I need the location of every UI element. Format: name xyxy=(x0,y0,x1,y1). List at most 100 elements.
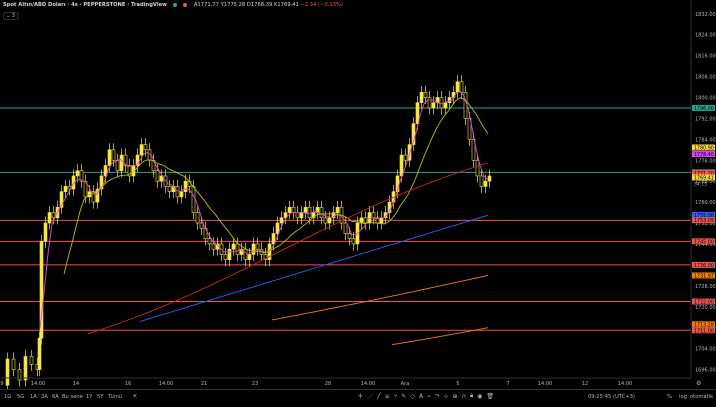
go-to-date-icon[interactable]: ⇱ xyxy=(133,394,137,400)
candle[interactable] xyxy=(347,233,352,240)
candle[interactable] xyxy=(475,159,480,177)
symbol-title[interactable]: Spot Altın/ABD Doları · 4s · PEPPERSTONE… xyxy=(3,2,167,8)
candle[interactable] xyxy=(167,186,172,192)
text-icon[interactable]: A xyxy=(419,393,423,400)
candle[interactable] xyxy=(483,180,488,187)
horizontal-line-icon[interactable]: ≡ xyxy=(385,393,390,400)
candle[interactable] xyxy=(455,81,460,93)
auto-toggle[interactable]: otomatik xyxy=(690,394,713,400)
trash-icon[interactable]: 🗑︎ xyxy=(486,393,494,400)
candle[interactable] xyxy=(323,217,328,224)
candle[interactable] xyxy=(119,154,124,172)
range-5g[interactable]: 5G xyxy=(17,394,24,400)
candle[interactable] xyxy=(199,222,204,229)
candle[interactable] xyxy=(195,212,200,224)
candle[interactable] xyxy=(243,248,248,260)
candle[interactable] xyxy=(371,212,376,219)
range-bu-sene[interactable]: Bu sene xyxy=(62,394,83,400)
candle[interactable] xyxy=(11,358,16,370)
magnet-icon[interactable]: ∩ xyxy=(462,393,466,400)
candle[interactable] xyxy=(139,144,144,156)
candle[interactable] xyxy=(231,243,236,250)
candle[interactable] xyxy=(431,102,436,109)
candle[interactable] xyxy=(5,358,10,386)
log-toggle[interactable]: log xyxy=(679,394,687,400)
candle[interactable] xyxy=(23,356,28,381)
candle[interactable] xyxy=(303,207,308,213)
candle[interactable] xyxy=(211,243,216,250)
candle[interactable] xyxy=(43,222,48,242)
candle[interactable] xyxy=(143,144,148,151)
shape-icon[interactable]: ◇ xyxy=(410,393,415,400)
moving-average-orange[interactable] xyxy=(271,274,489,321)
candle[interactable] xyxy=(155,170,160,182)
candle[interactable] xyxy=(459,81,464,93)
range-tumu[interactable]: Tümü xyxy=(108,394,122,400)
candle[interactable] xyxy=(183,180,188,192)
candle[interactable] xyxy=(447,97,452,104)
crosshair-icon[interactable]: ✛ xyxy=(358,393,363,400)
candle[interactable] xyxy=(343,222,348,234)
candle[interactable] xyxy=(247,254,252,260)
pattern-icon[interactable]: ⌁ xyxy=(427,393,431,400)
candle[interactable] xyxy=(191,186,196,213)
trendline-icon[interactable]: ╱ xyxy=(377,393,381,400)
candle[interactable] xyxy=(299,212,304,219)
candle[interactable] xyxy=(235,243,240,255)
moving-average-slow[interactable] xyxy=(87,162,489,335)
indicators-toggle-button[interactable]: ⌄ 3 xyxy=(3,12,18,20)
ruler-icon[interactable]: ⊹ xyxy=(444,393,449,400)
candle[interactable] xyxy=(63,186,68,192)
lock-icon[interactable]: 🔒︎ xyxy=(470,392,473,400)
candle[interactable] xyxy=(179,191,184,198)
candle[interactable] xyxy=(427,97,432,109)
brush-icon[interactable]: ✎ xyxy=(401,393,406,400)
range-6a[interactable]: 6A xyxy=(52,394,59,400)
clock-readout[interactable]: 09:25:45 (UTC+3) xyxy=(588,394,635,400)
price-chart[interactable]: 1832.00 1824.00 1816.00 1808.00 1800.00 1792.… xyxy=(0,0,716,403)
candle[interactable] xyxy=(291,207,296,213)
percent-toggle[interactable]: % xyxy=(667,394,672,400)
candle[interactable] xyxy=(251,243,256,255)
gear-icon[interactable]: ⚙ xyxy=(696,380,701,387)
cursor-icon[interactable]: ⋰ xyxy=(367,393,373,400)
chart-area[interactable]: 1832.00 1824.00 1816.00 1808.00 1800.00 1792.… xyxy=(0,0,716,403)
candle[interactable] xyxy=(37,337,42,370)
candle[interactable] xyxy=(327,217,332,224)
zoom-icon[interactable]: ⊕ xyxy=(453,393,458,400)
candle[interactable] xyxy=(287,207,292,213)
eye-icon[interactable]: ◉ xyxy=(477,393,482,400)
candle[interactable] xyxy=(255,243,260,250)
candle[interactable] xyxy=(307,207,312,219)
prediction-icon[interactable]: ⤳ xyxy=(435,392,440,400)
candle[interactable] xyxy=(399,154,404,177)
candle[interactable] xyxy=(227,248,232,260)
pitchfork-icon[interactable]: ⑂ xyxy=(394,393,398,400)
candle[interactable] xyxy=(479,175,484,187)
range-3a[interactable]: 3A xyxy=(41,394,48,400)
price-axis[interactable]: 1832.00 1824.00 1816.00 1808.00 1800.00 1792.… xyxy=(690,0,716,378)
candle[interactable] xyxy=(275,222,280,234)
time-axis[interactable]: 9 14:00 14 16 14:00 21 23 28 14:00 Ara 5 7 14:00 12 14… xyxy=(0,377,691,387)
candle[interactable] xyxy=(295,212,300,219)
candle[interactable] xyxy=(47,212,52,224)
candle[interactable] xyxy=(403,154,408,161)
candle[interactable] xyxy=(319,207,324,219)
candle[interactable] xyxy=(111,149,116,161)
candle[interactable] xyxy=(419,91,424,104)
candle[interactable] xyxy=(487,175,492,182)
moving-average-mid[interactable] xyxy=(63,97,489,275)
candle[interactable] xyxy=(29,356,34,365)
candle[interactable] xyxy=(223,254,228,260)
candle[interactable] xyxy=(379,217,384,224)
range-1a[interactable]: 1A xyxy=(30,394,37,400)
candle[interactable] xyxy=(51,212,56,219)
candle[interactable] xyxy=(75,170,80,177)
candle[interactable] xyxy=(279,217,284,224)
candle[interactable] xyxy=(351,238,356,245)
moving-average-fast[interactable] xyxy=(39,90,489,329)
candle[interactable] xyxy=(423,91,428,98)
range-1y[interactable]: 1Y xyxy=(86,394,92,400)
range-5y[interactable]: 5Y xyxy=(97,394,103,400)
candle[interactable] xyxy=(207,238,212,245)
